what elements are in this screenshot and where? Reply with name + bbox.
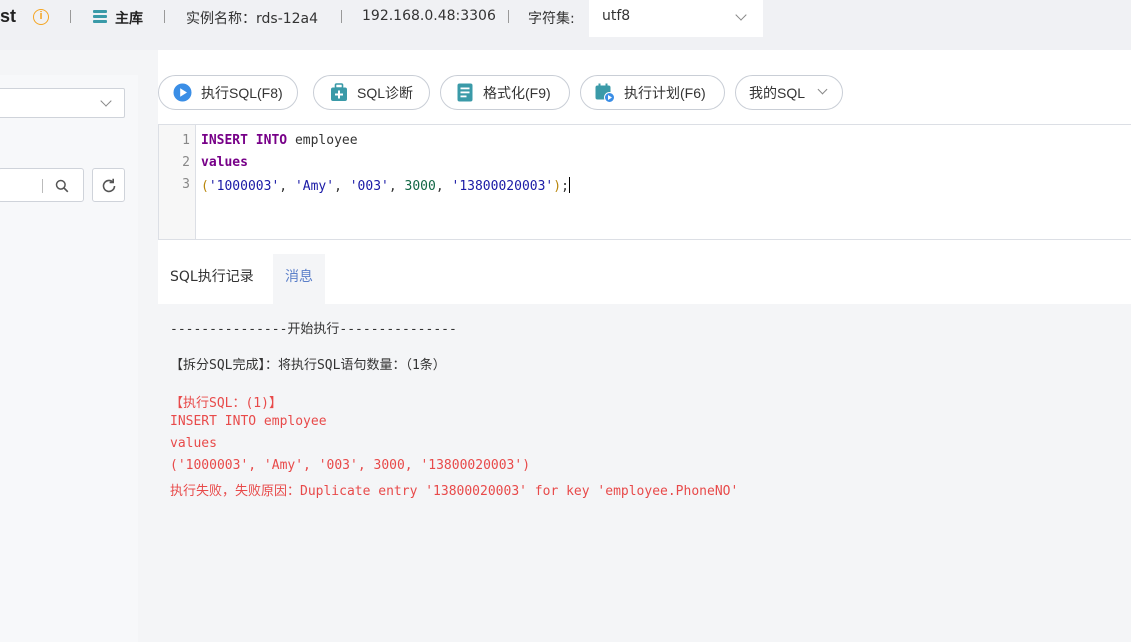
calendar-play-icon (595, 83, 615, 103)
info-icon[interactable]: i (33, 9, 49, 25)
code-string: '13800020003' (451, 179, 554, 194)
message-line: 【执行SQL：(1)】 (170, 396, 282, 411)
sql-editor[interactable]: 1 2 3 INSERT INTO employee values ('1000… (158, 124, 1131, 240)
chevron-down-icon (817, 84, 828, 95)
explain-plan-label: 执行计划(F6) (624, 84, 706, 101)
db-role-label: 主库 (115, 11, 143, 27)
code-string: '003' (349, 179, 389, 194)
refresh-button[interactable] (92, 168, 125, 202)
play-icon (173, 83, 192, 102)
message-line: 【拆分SQL完成】：将执行SQL语句数量：（1条） (170, 358, 446, 373)
line-number-gutter: 1 2 3 (159, 125, 196, 239)
format-label: 格式化(F9) (483, 84, 551, 101)
refresh-icon (102, 178, 116, 193)
line-number: 1 (182, 133, 190, 148)
medical-kit-icon (331, 83, 347, 101)
chevron-down-icon (100, 95, 112, 107)
message-line: values (170, 436, 217, 451)
code-semicolon: ; (561, 179, 569, 194)
line-number: 2 (182, 155, 190, 170)
code-bracket: ) (553, 179, 562, 194)
left-panel (0, 75, 138, 642)
tab-sql-history[interactable]: SQL执行记录 (158, 254, 266, 304)
code-string: 'Amy' (294, 179, 335, 194)
message-line: ---------------开始执行--------------- (170, 322, 457, 337)
top-bar: st i 主库 实例名称：rds-12a4 192.168.0.48:3306 … (0, 0, 1131, 50)
search-icon[interactable] (55, 179, 69, 193)
code-string: '1000003' (208, 179, 280, 194)
code-line: ('1000003', 'Amy', '003', 3000, '1380002… (201, 177, 570, 194)
run-sql-label: 执行SQL(F8) (201, 84, 283, 101)
database-icon (93, 10, 107, 24)
instance-address: 192.168.0.48:3306 (362, 8, 496, 24)
my-sql-dropdown[interactable]: 我的SQL (735, 75, 843, 110)
line-number: 3 (182, 177, 190, 192)
message-line: INSERT INTO employee (170, 414, 327, 429)
code-keyword: values (201, 155, 248, 170)
message-line: ('1000003', 'Amy', '003', 3000, '1380002… (170, 458, 531, 473)
tab-messages[interactable]: 消息 (273, 254, 325, 304)
divider (164, 10, 165, 23)
page-title: st (0, 6, 17, 26)
database-select[interactable] (0, 88, 125, 118)
instance-name: 实例名称：rds-12a4 (186, 11, 319, 27)
table-search-input[interactable] (0, 168, 84, 202)
code-line: values (201, 155, 248, 170)
my-sql-label: 我的SQL (749, 84, 806, 101)
format-button[interactable]: 格式化(F9) (440, 75, 570, 110)
run-sql-button[interactable]: 执行SQL(F8) (158, 75, 298, 110)
chevron-down-icon (735, 9, 747, 21)
code-keyword: INTO (255, 133, 288, 148)
code-identifier: employee (294, 133, 358, 148)
main-area: 执行SQL(F8) SQL诊断 格式化(F9) 执行计划(F6) 我的SQL 1… (158, 50, 1131, 642)
error-message: 执行失败，失败原因：Duplicate entry '13800020003' … (170, 484, 739, 499)
sql-diagnose-button[interactable]: SQL诊断 (313, 75, 430, 110)
text-cursor (568, 177, 570, 193)
code-bracket: ( (201, 179, 209, 194)
divider (508, 10, 509, 23)
divider (341, 10, 342, 23)
charset-value: utf8 (602, 8, 631, 24)
divider (42, 179, 43, 193)
charset-label: 字符集: (528, 11, 575, 27)
charset-select[interactable]: utf8 (589, 0, 763, 37)
sql-diagnose-label: SQL诊断 (357, 84, 414, 101)
code-number: 3000 (404, 179, 436, 194)
divider (70, 10, 71, 23)
explain-plan-button[interactable]: 执行计划(F6) (580, 75, 725, 110)
message-panel: ---------------开始执行--------------- 【拆分SQ… (158, 304, 1131, 642)
code-keyword: INSERT (201, 133, 248, 148)
document-icon (457, 83, 473, 102)
code-line: INSERT INTO employee (201, 133, 358, 148)
